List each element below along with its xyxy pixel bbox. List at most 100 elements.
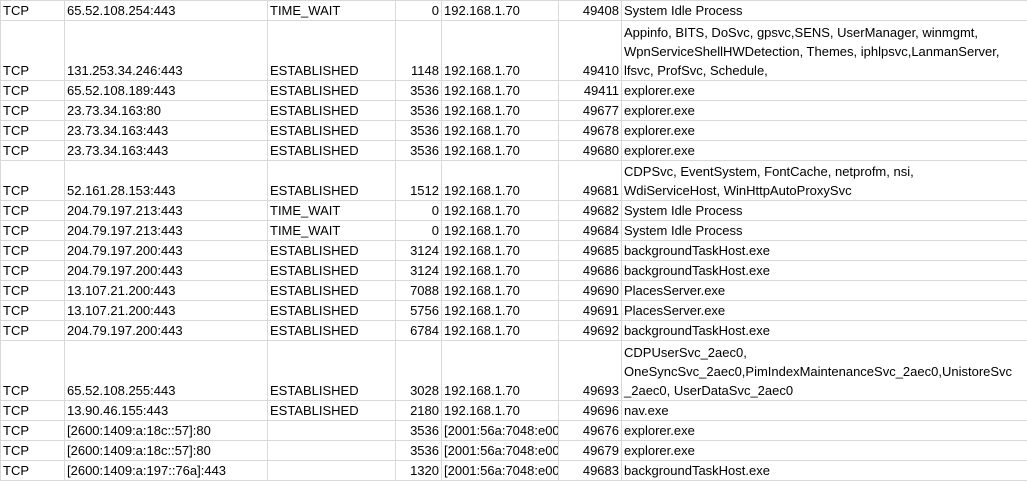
cell-remote-address[interactable]: 23.73.34.163:443 (64, 140, 268, 161)
cell-pid[interactable]: 1148 (395, 20, 442, 81)
cell-local-address[interactable]: [2001:56a:7048:e00 (441, 440, 559, 461)
cell-process[interactable]: explorer.exe (621, 100, 1027, 121)
cell-state[interactable]: ESTABLISHED (267, 120, 396, 141)
cell-process[interactable]: System Idle Process (621, 220, 1027, 241)
cell-local-address[interactable]: 192.168.1.70 (441, 240, 559, 261)
cell-remote-address[interactable]: 52.161.28.153:443 (64, 160, 268, 201)
cell-state[interactable]: TIME_WAIT (267, 0, 396, 21)
cell-pid[interactable]: 3124 (395, 260, 442, 281)
cell-state[interactable]: ESTABLISHED (267, 20, 396, 81)
cell-local-address[interactable]: 192.168.1.70 (441, 200, 559, 221)
cell-pid[interactable]: 6784 (395, 320, 442, 341)
cell-pid[interactable]: 7088 (395, 280, 442, 301)
cell-local-port[interactable]: 49411 (558, 80, 622, 101)
cell-remote-address[interactable]: 204.79.197.200:443 (64, 240, 268, 261)
cell-remote-address[interactable]: 204.79.197.213:443 (64, 220, 268, 241)
cell-pid[interactable]: 0 (395, 200, 442, 221)
cell-protocol[interactable]: TCP (0, 260, 65, 281)
cell-remote-address[interactable]: 204.79.197.200:443 (64, 260, 268, 281)
cell-local-address[interactable]: 192.168.1.70 (441, 120, 559, 141)
cell-process[interactable]: explorer.exe (621, 420, 1027, 441)
cell-local-port[interactable]: 49690 (558, 280, 622, 301)
cell-remote-address[interactable]: 65.52.108.255:443 (64, 340, 268, 401)
cell-remote-address[interactable]: [2600:1409:a:18c::57]:80 (64, 420, 268, 441)
cell-process[interactable]: System Idle Process (621, 0, 1027, 21)
cell-protocol[interactable]: TCP (0, 100, 65, 121)
cell-local-port[interactable]: 49678 (558, 120, 622, 141)
cell-process[interactable]: CDPUserSvc_2aec0, OneSyncSvc_2aec0,PimInd… (621, 340, 1027, 401)
cell-local-port[interactable]: 49692 (558, 320, 622, 341)
cell-protocol[interactable]: TCP (0, 440, 65, 461)
cell-process[interactable]: explorer.exe (621, 440, 1027, 461)
cell-protocol[interactable]: TCP (0, 220, 65, 241)
cell-remote-address[interactable]: 65.52.108.254:443 (64, 0, 268, 21)
cell-protocol[interactable]: TCP (0, 460, 65, 481)
cell-process[interactable]: backgroundTaskHost.exe (621, 320, 1027, 341)
cell-remote-address[interactable]: 23.73.34.163:443 (64, 120, 268, 141)
cell-pid[interactable]: 5756 (395, 300, 442, 321)
cell-local-address[interactable]: 192.168.1.70 (441, 140, 559, 161)
cell-protocol[interactable]: TCP (0, 300, 65, 321)
cell-local-address[interactable]: 192.168.1.70 (441, 100, 559, 121)
cell-remote-address[interactable]: 13.107.21.200:443 (64, 300, 268, 321)
cell-pid[interactable]: 3028 (395, 340, 442, 401)
cell-local-port[interactable]: 49684 (558, 220, 622, 241)
cell-local-port[interactable]: 49693 (558, 340, 622, 401)
cell-protocol[interactable]: TCP (0, 200, 65, 221)
cell-remote-address[interactable]: [2600:1409:a:18c::57]:80 (64, 440, 268, 461)
cell-pid[interactable]: 3536 (395, 440, 442, 461)
cell-pid[interactable]: 3536 (395, 140, 442, 161)
cell-process[interactable]: explorer.exe (621, 140, 1027, 161)
cell-local-port[interactable]: 49686 (558, 260, 622, 281)
cell-process[interactable]: backgroundTaskHost.exe (621, 240, 1027, 261)
cell-protocol[interactable]: TCP (0, 320, 65, 341)
cell-local-address[interactable]: [2001:56a:7048:e00 (441, 460, 559, 481)
cell-pid[interactable]: 3536 (395, 120, 442, 141)
cell-process[interactable]: CDPSvc, EventSystem, FontCache, netprofm… (621, 160, 1027, 201)
cell-remote-address[interactable]: 13.90.46.155:443 (64, 400, 268, 421)
cell-local-port[interactable]: 49679 (558, 440, 622, 461)
cell-pid[interactable]: 3536 (395, 420, 442, 441)
cell-protocol[interactable]: TCP (0, 240, 65, 261)
cell-protocol[interactable]: TCP (0, 80, 65, 101)
cell-process[interactable]: nav.exe (621, 400, 1027, 421)
cell-remote-address[interactable]: 204.79.197.200:443 (64, 320, 268, 341)
cell-process[interactable]: System Idle Process (621, 200, 1027, 221)
cell-state[interactable]: ESTABLISHED (267, 260, 396, 281)
cell-state[interactable]: ESTABLISHED (267, 300, 396, 321)
cell-local-address[interactable]: 192.168.1.70 (441, 300, 559, 321)
cell-state[interactable]: ESTABLISHED (267, 140, 396, 161)
cell-state[interactable]: ESTABLISHED (267, 400, 396, 421)
cell-state[interactable]: TIME_WAIT (267, 220, 396, 241)
cell-pid[interactable]: 0 (395, 0, 442, 21)
cell-local-port[interactable]: 49680 (558, 140, 622, 161)
cell-remote-address[interactable]: 65.52.108.189:443 (64, 80, 268, 101)
cell-state[interactable]: ESTABLISHED (267, 320, 396, 341)
cell-protocol[interactable]: TCP (0, 340, 65, 401)
cell-local-address[interactable]: 192.168.1.70 (441, 280, 559, 301)
cell-protocol[interactable]: TCP (0, 20, 65, 81)
cell-remote-address[interactable]: 23.73.34.163:80 (64, 100, 268, 121)
cell-state[interactable] (267, 460, 396, 481)
cell-remote-address[interactable]: 131.253.34.246:443 (64, 20, 268, 81)
cell-state[interactable]: ESTABLISHED (267, 280, 396, 301)
cell-local-port[interactable]: 49681 (558, 160, 622, 201)
cell-local-port[interactable]: 49683 (558, 460, 622, 481)
cell-pid[interactable]: 1320 (395, 460, 442, 481)
cell-state[interactable]: TIME_WAIT (267, 200, 396, 221)
cell-local-address[interactable]: 192.168.1.70 (441, 80, 559, 101)
cell-pid[interactable]: 0 (395, 220, 442, 241)
cell-process[interactable]: Appinfo, BITS, DoSvc, gpsvc,SENS, UserMa… (621, 20, 1027, 81)
cell-process[interactable]: PlacesServer.exe (621, 300, 1027, 321)
cell-pid[interactable]: 3124 (395, 240, 442, 261)
cell-local-port[interactable]: 49685 (558, 240, 622, 261)
cell-local-address[interactable]: 192.168.1.70 (441, 0, 559, 21)
cell-state[interactable]: ESTABLISHED (267, 160, 396, 201)
cell-state[interactable]: ESTABLISHED (267, 80, 396, 101)
cell-local-port[interactable]: 49408 (558, 0, 622, 21)
cell-local-port[interactable]: 49410 (558, 20, 622, 81)
cell-protocol[interactable]: TCP (0, 280, 65, 301)
cell-protocol[interactable]: TCP (0, 420, 65, 441)
cell-pid[interactable]: 3536 (395, 80, 442, 101)
cell-state[interactable]: ESTABLISHED (267, 240, 396, 261)
